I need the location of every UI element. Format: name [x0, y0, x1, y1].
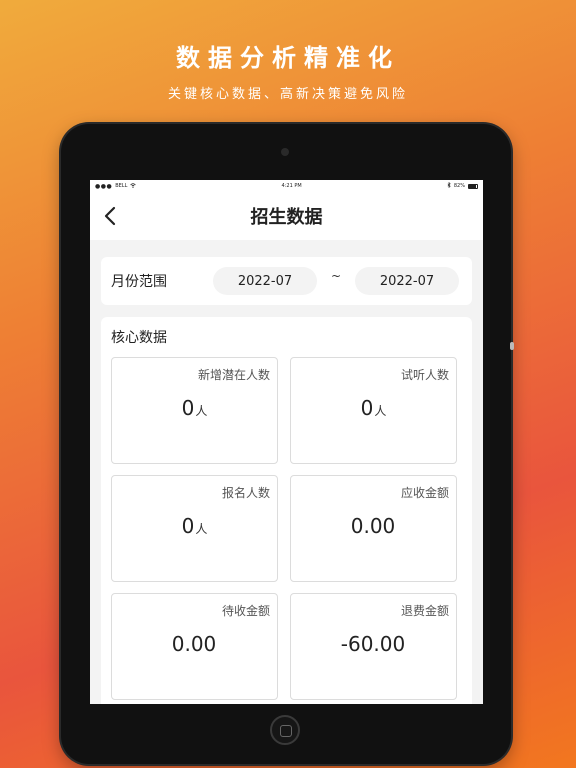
stat-value-container: 0人 [291, 396, 456, 420]
stat-receivable-amount[interactable]: 应收金额 0.00 [290, 475, 457, 582]
stat-value-container: 0.00 [291, 514, 456, 538]
stat-value: -60.00 [340, 632, 406, 656]
core-data-title: 核心数据 [111, 330, 167, 346]
stat-unit: 人 [195, 404, 208, 418]
status-bar: ●●● BELL 4:21 PM 82% [90, 180, 483, 192]
start-month-picker[interactable]: 2022-07 [213, 267, 317, 295]
navigation-bar: 招生数据 [90, 192, 483, 240]
stat-enrollments[interactable]: 报名人数 0人 [111, 475, 278, 582]
stat-unit: 人 [374, 404, 387, 418]
page-title: 招生数据 [250, 207, 323, 228]
stat-label: 试听人数 [400, 368, 449, 382]
tablet-frame: ●●● BELL 4:21 PM 82% 招生数据 月份范围 2022-07 ~… [61, 124, 514, 764]
battery-percent: 82% [453, 183, 465, 189]
stat-label: 待收金额 [221, 604, 270, 618]
stats-grid: 新增潜在人数 0人 试听人数 0人 报名人数 0人 应收金额 0.00 待收金额 [111, 357, 462, 700]
back-button[interactable] [100, 206, 120, 226]
side-button [510, 342, 514, 350]
date-range-separator: ~ [330, 269, 342, 283]
stat-value-container: 0人 [112, 514, 277, 538]
stat-value: 0 [360, 396, 374, 420]
bluetooth-icon [447, 181, 451, 190]
stat-value-container: 0人 [112, 396, 277, 420]
signal-icon: ●●● [95, 182, 113, 190]
stat-label: 退费金额 [400, 604, 449, 618]
stat-value: 0.00 [350, 514, 396, 538]
status-time: 4:21 PM [281, 183, 302, 189]
stat-value: 0 [181, 514, 195, 538]
stat-new-prospects[interactable]: 新增潜在人数 0人 [111, 357, 278, 464]
stat-value: 0 [181, 396, 195, 420]
stat-unit: 人 [195, 522, 208, 536]
date-range-card: 月份范围 2022-07 ~ 2022-07 [101, 257, 472, 305]
app-screen: ●●● BELL 4:21 PM 82% 招生数据 月份范围 2022-07 ~… [90, 180, 483, 704]
home-button[interactable] [270, 715, 300, 745]
chevron-left-icon [104, 206, 116, 226]
stat-refund-amount[interactable]: 退费金额 -60.00 [290, 593, 457, 700]
promo-subtitle: 关键核心数据、高新决策避免风险 [167, 87, 408, 102]
stat-label: 报名人数 [221, 486, 270, 500]
stat-trial-students[interactable]: 试听人数 0人 [290, 357, 457, 464]
stat-value-container: 0.00 [112, 632, 277, 656]
carrier-label: BELL [115, 183, 128, 189]
promo-title: 数据分析精准化 [176, 44, 400, 72]
stat-value-container: -60.00 [291, 632, 456, 656]
stat-value: 0.00 [171, 632, 217, 656]
stat-label: 新增潜在人数 [197, 368, 270, 382]
stat-label: 应收金额 [400, 486, 449, 500]
stat-pending-amount[interactable]: 待收金额 0.00 [111, 593, 278, 700]
wifi-icon [130, 182, 137, 190]
core-data-card: 核心数据 新增潜在人数 0人 试听人数 0人 报名人数 0人 应收金额 0.00 [101, 317, 472, 704]
camera-icon [281, 148, 289, 156]
battery-icon [467, 183, 478, 189]
end-month-picker[interactable]: 2022-07 [355, 267, 459, 295]
date-range-label: 月份范围 [111, 274, 167, 290]
